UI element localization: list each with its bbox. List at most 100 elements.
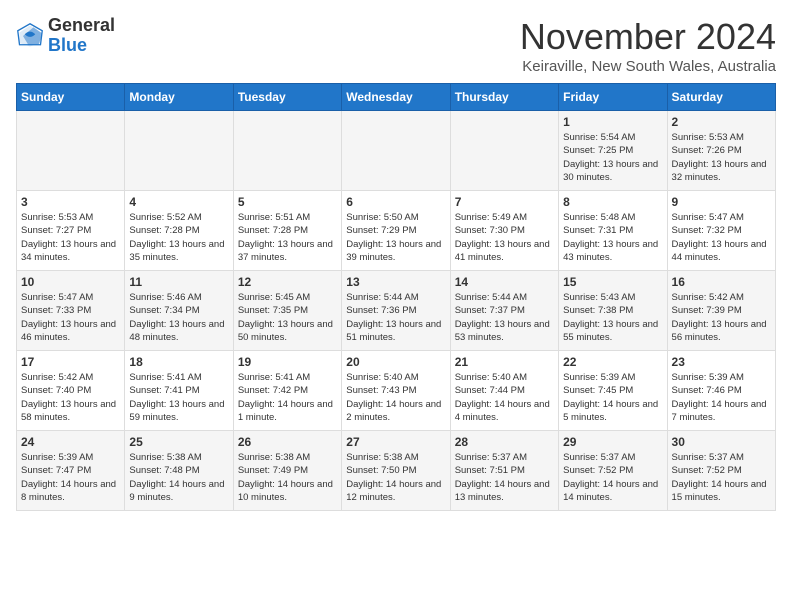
- calendar-cell: 19Sunrise: 5:41 AM Sunset: 7:42 PM Dayli…: [233, 351, 341, 431]
- day-number: 23: [672, 355, 771, 369]
- day-info: Sunrise: 5:54 AM Sunset: 7:25 PM Dayligh…: [563, 131, 662, 184]
- day-info: Sunrise: 5:37 AM Sunset: 7:51 PM Dayligh…: [455, 451, 554, 504]
- day-info: Sunrise: 5:44 AM Sunset: 7:36 PM Dayligh…: [346, 291, 445, 344]
- day-number: 18: [129, 355, 228, 369]
- month-title: November 2024: [520, 16, 776, 58]
- header-day-tuesday: Tuesday: [233, 84, 341, 111]
- calendar-table: SundayMondayTuesdayWednesdayThursdayFrid…: [16, 83, 776, 511]
- title-section: November 2024 Keiraville, New South Wale…: [520, 16, 776, 75]
- day-info: Sunrise: 5:53 AM Sunset: 7:26 PM Dayligh…: [672, 131, 771, 184]
- calendar-cell: 22 Sunrise: 5:39 AM Sunset: 7:45 PM Dayli…: [559, 351, 667, 431]
- calendar-cell: 21 Sunrise: 5:40 AM Sunset: 7:44 PM Dayli…: [450, 351, 558, 431]
- calendar-cell: 7Sunrise: 5:49 AM Sunset: 7:30 PM Daylig…: [450, 191, 558, 271]
- calendar-cell: 20 Sunrise: 5:40 AM Sunset: 7:43 PM Dayli…: [342, 351, 450, 431]
- day-number: 3: [21, 195, 120, 209]
- day-info: Sunrise: 5:51 AM Sunset: 7:28 PM Dayligh…: [238, 211, 337, 264]
- calendar-cell: 9 Sunrise: 5:47 AM Sunset: 7:32 PM Daylig…: [667, 191, 775, 271]
- week-row-0: 1Sunrise: 5:54 AM Sunset: 7:25 PM Daylig…: [17, 111, 776, 191]
- day-info: Sunrise: 5:47 AM Sunset: 7:32 PM Dayligh…: [672, 211, 771, 264]
- day-info: Sunrise: 5:44 AM Sunset: 7:37 PM Dayligh…: [455, 291, 554, 344]
- day-number: 24: [21, 435, 120, 449]
- day-info: Sunrise: 5:41 AM Sunset: 7:41 PM Dayligh…: [129, 371, 228, 424]
- calendar-cell: 30 Sunrise: 5:37 AM Sunset: 7:52 PM Dayli…: [667, 431, 775, 511]
- day-info: Sunrise: 5:38 AM Sunset: 7:50 PM Dayligh…: [346, 451, 445, 504]
- day-info: Sunrise: 5:50 AM Sunset: 7:29 PM Dayligh…: [346, 211, 445, 264]
- header-day-saturday: Saturday: [667, 84, 775, 111]
- day-number: 4: [129, 195, 228, 209]
- day-number: 10: [21, 275, 120, 289]
- day-info: Sunrise: 5:39 AM Sunset: 7:46 PM Dayligh…: [672, 371, 771, 424]
- day-number: 15: [563, 275, 662, 289]
- calendar-cell: 4 Sunrise: 5:52 AM Sunset: 7:28 PM Daylig…: [125, 191, 233, 271]
- day-info: Sunrise: 5:46 AM Sunset: 7:34 PM Dayligh…: [129, 291, 228, 344]
- day-info: Sunrise: 5:39 AM Sunset: 7:45 PM Dayligh…: [563, 371, 662, 424]
- day-info: Sunrise: 5:48 AM Sunset: 7:31 PM Dayligh…: [563, 211, 662, 264]
- calendar-cell: [125, 111, 233, 191]
- day-number: 20: [346, 355, 445, 369]
- day-info: Sunrise: 5:40 AM Sunset: 7:43 PM Dayligh…: [346, 371, 445, 424]
- calendar-cell: 3 Sunrise: 5:53 AM Sunset: 7:27 PM Daylig…: [17, 191, 125, 271]
- day-number: 30: [672, 435, 771, 449]
- calendar-cell: 1Sunrise: 5:54 AM Sunset: 7:25 PM Daylig…: [559, 111, 667, 191]
- day-info: Sunrise: 5:42 AM Sunset: 7:39 PM Dayligh…: [672, 291, 771, 344]
- day-info: Sunrise: 5:49 AM Sunset: 7:30 PM Dayligh…: [455, 211, 554, 264]
- calendar-cell: 27Sunrise: 5:38 AM Sunset: 7:50 PM Dayli…: [342, 431, 450, 511]
- day-number: 11: [129, 275, 228, 289]
- day-info: Sunrise: 5:52 AM Sunset: 7:28 PM Dayligh…: [129, 211, 228, 264]
- day-number: 16: [672, 275, 771, 289]
- week-row-3: 17Sunrise: 5:42 AM Sunset: 7:40 PM Dayli…: [17, 351, 776, 431]
- calendar-cell: 26Sunrise: 5:38 AM Sunset: 7:49 PM Dayli…: [233, 431, 341, 511]
- calendar-cell: 15Sunrise: 5:43 AM Sunset: 7:38 PM Dayli…: [559, 271, 667, 351]
- day-info: Sunrise: 5:53 AM Sunset: 7:27 PM Dayligh…: [21, 211, 120, 264]
- day-number: 12: [238, 275, 337, 289]
- logo: General Blue: [16, 16, 115, 56]
- logo-icon: [16, 22, 44, 50]
- day-number: 9: [672, 195, 771, 209]
- calendar-cell: 24Sunrise: 5:39 AM Sunset: 7:47 PM Dayli…: [17, 431, 125, 511]
- calendar-cell: 18 Sunrise: 5:41 AM Sunset: 7:41 PM Dayli…: [125, 351, 233, 431]
- calendar-cell: 6 Sunrise: 5:50 AM Sunset: 7:29 PM Daylig…: [342, 191, 450, 271]
- calendar-cell: [17, 111, 125, 191]
- day-number: 17: [21, 355, 120, 369]
- calendar-cell: 29 Sunrise: 5:37 AM Sunset: 7:52 PM Dayli…: [559, 431, 667, 511]
- header-day-thursday: Thursday: [450, 84, 558, 111]
- day-number: 8: [563, 195, 662, 209]
- location: Keiraville, New South Wales, Australia: [520, 58, 776, 75]
- day-info: Sunrise: 5:37 AM Sunset: 7:52 PM Dayligh…: [563, 451, 662, 504]
- week-row-4: 24Sunrise: 5:39 AM Sunset: 7:47 PM Dayli…: [17, 431, 776, 511]
- day-number: 2: [672, 115, 771, 129]
- calendar-header: SundayMondayTuesdayWednesdayThursdayFrid…: [17, 84, 776, 111]
- calendar-cell: 16 Sunrise: 5:42 AM Sunset: 7:39 PM Dayli…: [667, 271, 775, 351]
- day-number: 29: [563, 435, 662, 449]
- calendar-cell: 14 Sunrise: 5:44 AM Sunset: 7:37 PM Dayli…: [450, 271, 558, 351]
- day-number: 6: [346, 195, 445, 209]
- calendar-cell: [342, 111, 450, 191]
- day-info: Sunrise: 5:38 AM Sunset: 7:49 PM Dayligh…: [238, 451, 337, 504]
- calendar-cell: 17Sunrise: 5:42 AM Sunset: 7:40 PM Dayli…: [17, 351, 125, 431]
- day-number: 25: [129, 435, 228, 449]
- calendar-cell: 11 Sunrise: 5:46 AM Sunset: 7:34 PM Dayli…: [125, 271, 233, 351]
- week-row-1: 3 Sunrise: 5:53 AM Sunset: 7:27 PM Daylig…: [17, 191, 776, 271]
- header-day-friday: Friday: [559, 84, 667, 111]
- day-info: Sunrise: 5:40 AM Sunset: 7:44 PM Dayligh…: [455, 371, 554, 424]
- calendar-body: 1Sunrise: 5:54 AM Sunset: 7:25 PM Daylig…: [17, 111, 776, 511]
- day-number: 28: [455, 435, 554, 449]
- header-day-monday: Monday: [125, 84, 233, 111]
- day-number: 22: [563, 355, 662, 369]
- calendar-cell: 23 Sunrise: 5:39 AM Sunset: 7:46 PM Dayli…: [667, 351, 775, 431]
- day-number: 21: [455, 355, 554, 369]
- calendar-cell: [233, 111, 341, 191]
- calendar-cell: 8 Sunrise: 5:48 AM Sunset: 7:31 PM Daylig…: [559, 191, 667, 271]
- day-number: 14: [455, 275, 554, 289]
- calendar-cell: 12Sunrise: 5:45 AM Sunset: 7:35 PM Dayli…: [233, 271, 341, 351]
- day-number: 19: [238, 355, 337, 369]
- page-header: General Blue November 2024 Keiraville, N…: [16, 16, 776, 75]
- day-info: Sunrise: 5:37 AM Sunset: 7:52 PM Dayligh…: [672, 451, 771, 504]
- calendar-cell: [450, 111, 558, 191]
- day-number: 5: [238, 195, 337, 209]
- header-row: SundayMondayTuesdayWednesdayThursdayFrid…: [17, 84, 776, 111]
- day-info: Sunrise: 5:47 AM Sunset: 7:33 PM Dayligh…: [21, 291, 120, 344]
- calendar-cell: 2 Sunrise: 5:53 AM Sunset: 7:26 PM Daylig…: [667, 111, 775, 191]
- header-day-sunday: Sunday: [17, 84, 125, 111]
- week-row-2: 10 Sunrise: 5:47 AM Sunset: 7:33 PM Dayli…: [17, 271, 776, 351]
